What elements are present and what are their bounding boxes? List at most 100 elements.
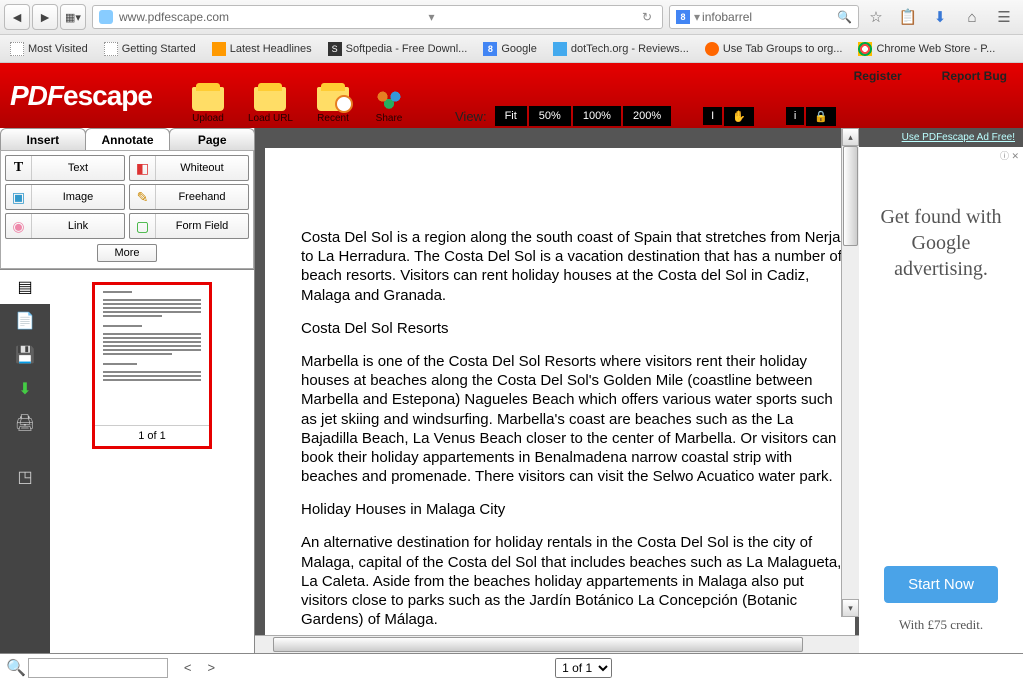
favicon <box>104 42 118 56</box>
downloads-icon[interactable]: ⬇ <box>929 6 951 28</box>
load-url-button[interactable]: Load URL <box>248 87 293 124</box>
horizontal-scrollbar[interactable] <box>255 635 859 653</box>
hand-tool[interactable]: ✋ <box>724 107 754 126</box>
zoom-100[interactable]: 100% <box>573 106 621 126</box>
folder-upload-icon <box>192 87 224 111</box>
page-select-dropdown[interactable]: 1 of 1 <box>555 658 612 678</box>
expand-icon[interactable]: ◳ <box>0 460 50 494</box>
next-page-button[interactable]: > <box>208 660 216 675</box>
ad-cta-button[interactable]: Start Now <box>884 566 998 603</box>
pages-icon[interactable]: ▤ <box>0 270 50 304</box>
tool-image[interactable]: ▣Image <box>5 184 125 210</box>
tab-groups-button[interactable]: ▦▾ <box>60 4 86 30</box>
browser-navigation-bar: ◄ ► ▦▾ www.pdfescape.com ▾ ↻ 8 ▾ infobar… <box>0 0 1023 35</box>
tab-annotate[interactable]: Annotate <box>85 128 171 150</box>
ad-free-link[interactable]: Use PDFescape Ad Free! <box>859 128 1023 147</box>
recent-button[interactable]: Recent <box>317 87 349 124</box>
upload-button[interactable]: Upload <box>192 87 224 124</box>
menu-icon[interactable]: ☰ <box>993 6 1015 28</box>
search-query: infobarrel <box>702 10 752 24</box>
search-icon[interactable]: 🔍 <box>837 10 852 24</box>
view-label: View: <box>455 109 487 124</box>
bookmark-item[interactable]: SSoftpedia - Free Downl... <box>322 40 474 58</box>
pdf-icon[interactable]: 📄 <box>0 304 50 338</box>
top-links: Register Report Bug <box>854 69 1007 83</box>
search-bar[interactable]: 8 ▾ infobarrel 🔍 <box>669 5 859 29</box>
document-page[interactable]: Costa Del Sol is a region along the sout… <box>265 148 855 635</box>
bookmark-item[interactable]: 8Google <box>477 40 542 58</box>
home-icon[interactable]: ⌂ <box>961 6 983 28</box>
document-scroll-area[interactable]: Costa Del Sol is a region along the sout… <box>255 128 859 635</box>
favicon: 8 <box>483 42 497 56</box>
bookmark-star-icon[interactable]: ☆ <box>865 6 887 28</box>
prev-page-button[interactable]: < <box>184 660 192 675</box>
left-panel: Insert Annotate Page TText ◧Whiteout ▣Im… <box>0 128 255 653</box>
download-icon[interactable]: ⬇ <box>0 372 50 406</box>
favicon <box>212 42 226 56</box>
text-cursor-tool[interactable]: I <box>703 107 722 125</box>
scrollbar-thumb[interactable] <box>273 637 803 652</box>
eraser-icon: ◧ <box>130 156 156 180</box>
favicon <box>705 42 719 56</box>
forward-button[interactable]: ► <box>32 4 58 30</box>
bookmark-item[interactable]: Chrome Web Store - P... <box>852 40 1001 58</box>
thumbnail-viewport: 1 of 1 <box>50 270 254 653</box>
bookmark-item[interactable]: Latest Headlines <box>206 40 318 58</box>
doc-paragraph: Costa Del Sol is a region along the sout… <box>301 228 845 305</box>
pencil-icon: ✎ <box>130 185 156 209</box>
doc-paragraph: An alternative destination for holiday r… <box>301 533 845 629</box>
ad-content: Get found with Google advertising. Start… <box>859 164 1023 653</box>
tool-formfield[interactable]: ▢Form Field <box>129 213 249 239</box>
zoom-fit[interactable]: Fit <box>495 106 527 126</box>
print-icon[interactable]: 🖨 <box>0 406 50 440</box>
tab-insert[interactable]: Insert <box>0 128 86 150</box>
dropdown-icon[interactable]: ▾ <box>428 10 434 24</box>
scrollbar-thumb[interactable] <box>843 146 858 246</box>
info-tool[interactable]: i <box>786 107 804 125</box>
bookmarks-toolbar: Most Visited Getting Started Latest Head… <box>0 35 1023 63</box>
share-icon <box>373 87 405 111</box>
search-engine-icon[interactable]: 8 <box>676 10 690 24</box>
more-button[interactable]: More <box>97 244 156 262</box>
image-icon: ▣ <box>6 185 32 209</box>
back-button[interactable]: ◄ <box>4 4 30 30</box>
lock-tool[interactable]: 🔒 <box>806 107 836 126</box>
reading-list-icon[interactable]: 📋 <box>897 6 919 28</box>
register-link[interactable]: Register <box>854 69 902 83</box>
ad-info-close[interactable]: ⓘ ✕ <box>859 147 1023 164</box>
tool-text[interactable]: TText <box>5 155 125 181</box>
ad-credit-text: With £75 credit. <box>899 617 983 633</box>
favicon <box>10 42 24 56</box>
ad-sidebar: Use PDFescape Ad Free! ⓘ ✕ Get found wit… <box>859 128 1023 653</box>
tool-tabs: Insert Annotate Page <box>0 128 254 150</box>
zoom-200[interactable]: 200% <box>623 106 671 126</box>
tool-palette: TText ◧Whiteout ▣Image ✎Freehand ◉Link ▢… <box>0 150 254 269</box>
report-bug-link[interactable]: Report Bug <box>942 69 1007 83</box>
page-thumbnail[interactable]: 1 of 1 <box>92 282 212 449</box>
thumbnail-panel: ▤ 📄 💾 ⬇ 🖨 ◳ <box>0 269 254 653</box>
bookmark-item[interactable]: Getting Started <box>98 40 202 58</box>
doc-heading: Costa Del Sol Resorts <box>301 319 845 338</box>
page-selector[interactable]: 1 of 1 <box>555 658 612 678</box>
zoom-50[interactable]: 50% <box>529 106 571 126</box>
text-icon: T <box>6 156 32 180</box>
vertical-scrollbar[interactable] <box>841 128 859 617</box>
find-input[interactable] <box>28 658 168 678</box>
tab-page[interactable]: Page <box>169 128 255 150</box>
bookmark-item[interactable]: Most Visited <box>4 40 94 58</box>
share-button[interactable]: Share <box>373 87 405 124</box>
search-icon: 🔍 <box>6 658 26 678</box>
bookmark-item[interactable]: Use Tab Groups to org... <box>699 40 849 58</box>
form-icon: ▢ <box>130 214 156 238</box>
save-icon[interactable]: 💾 <box>0 338 50 372</box>
document-viewer: Costa Del Sol is a region along the sout… <box>255 128 859 653</box>
reload-icon[interactable]: ↻ <box>642 10 652 24</box>
tool-freehand[interactable]: ✎Freehand <box>129 184 249 210</box>
logo: PDFescape <box>0 80 152 128</box>
tool-whiteout[interactable]: ◧Whiteout <box>129 155 249 181</box>
bookmark-item[interactable]: dotTech.org - Reviews... <box>547 40 695 58</box>
favicon <box>858 42 872 56</box>
tool-link[interactable]: ◉Link <box>5 213 125 239</box>
url-text: www.pdfescape.com <box>119 10 229 24</box>
url-bar[interactable]: www.pdfescape.com ▾ ↻ <box>92 5 663 29</box>
